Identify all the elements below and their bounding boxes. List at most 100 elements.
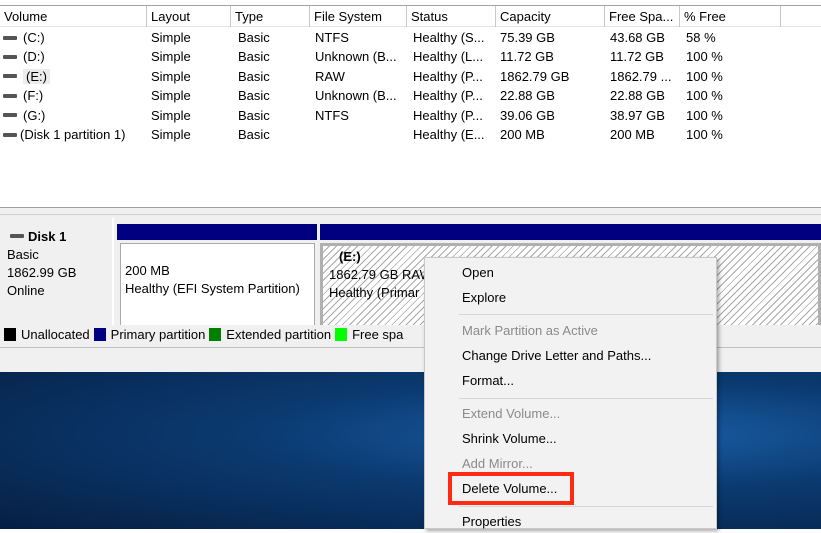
volume-row[interactable]: (D:) Simple Basic Unknown (B... Healthy (L..… (0, 47, 821, 66)
volume-row[interactable]: (Disk 1 partition 1) Simple Basic Healthy (… (0, 125, 821, 144)
legend-swatch (209, 328, 222, 342)
cell-text: (Disk 1 partition 1) (20, 127, 126, 142)
column-volume[interactable]: Volume (0, 6, 147, 27)
cell-layout: Simple (151, 28, 191, 47)
volume-row[interactable]: (F:) Simple Basic Unknown (B... Healthy (P..… (0, 86, 821, 105)
menu-separator (459, 314, 713, 315)
cell-text: Healthy (E... (413, 127, 485, 142)
menu-item-change-drive-letter-and-paths[interactable]: Change Drive Letter and Paths... (462, 345, 651, 367)
drive-icon (3, 113, 17, 118)
cell-text: 11.72 GB (500, 49, 554, 65)
cell-free: 1862.79 ... (610, 67, 671, 86)
cell-free: 22.88 GB (610, 86, 665, 105)
cell-type: Basic (238, 47, 270, 66)
menu-item-mark-partition-as-active: Mark Partition as Active (462, 323, 598, 338)
cell-capacity: 39.06 GB (500, 106, 555, 125)
column-free-space[interactable]: Free Spa... (605, 6, 680, 27)
cell-status: Healthy (S... (413, 28, 485, 47)
context-menu: Open Explore Mark Partition as Active Chang… (424, 257, 717, 529)
cell-status: Healthy (E... (413, 125, 485, 144)
menu-item-shrink-volume[interactable]: Shrink Volume... (462, 428, 557, 450)
cell-text: Healthy (P... (413, 88, 483, 104)
cell-pct: 100 % (686, 106, 723, 125)
legend-label: Extended partition (226, 327, 332, 342)
cell-text: Basic (238, 88, 270, 104)
cell-fs: Unknown (B... (315, 47, 397, 66)
disk-1-info[interactable]: Disk 1 Basic 1862.99 GB Online (0, 218, 114, 330)
cell-pct: 100 % (686, 125, 723, 144)
disk-icon (10, 234, 24, 239)
drive-icon (3, 54, 17, 59)
column-percent-free[interactable]: % Free (680, 6, 781, 27)
cell-status: Healthy (P... (413, 86, 483, 105)
cell-text: Simple (151, 107, 191, 123)
cell-text: Basic (238, 127, 270, 142)
cell-layout: Simple (151, 67, 191, 86)
cell-type: Basic (238, 67, 270, 86)
cell-pct: 58 % (686, 28, 716, 47)
menu-separator (459, 398, 713, 399)
cell-text: NTFS (315, 107, 349, 123)
cell-type: Basic (238, 125, 270, 144)
cell-text: Simple (151, 49, 191, 65)
cell-free: 200 MB (610, 125, 655, 144)
cell-text: Basic (238, 68, 270, 84)
cell-text: (F:) (23, 88, 44, 104)
cell-capacity: 200 MB (500, 125, 545, 144)
cell-fs: NTFS (315, 28, 349, 47)
cell-text: Healthy (L... (413, 49, 484, 65)
primary-partition-bar (320, 224, 821, 240)
cell-layout: Simple (151, 125, 191, 144)
cell-volume: (G:) (0, 106, 45, 125)
legend-swatch (335, 328, 348, 342)
legend-label: Unallocated (21, 327, 90, 342)
cell-free: 38.97 GB (610, 106, 665, 125)
cell-text: RAW (315, 68, 345, 84)
drive-icon (3, 74, 17, 79)
drive-icon (3, 132, 17, 137)
cell-text: Healthy (S... (413, 30, 485, 45)
menu-item-delete-volume[interactable]: Delete Volume... (462, 478, 557, 500)
cell-type: Basic (238, 86, 270, 105)
column-status[interactable]: Status (407, 6, 496, 27)
volume-row[interactable]: (G:) Simple Basic NTFS Healthy (P... 39.06 GB… (0, 106, 821, 125)
cell-layout: Simple (151, 47, 191, 66)
cell-text: (G:) (23, 107, 46, 123)
partition-efi[interactable]: 200 MB Healthy (EFI System Partition) (117, 224, 317, 331)
menu-item-extend-volume: Extend Volume... (462, 406, 561, 421)
cell-text: Simple (151, 68, 191, 84)
legend-swatch (4, 328, 16, 342)
menu-item-explore[interactable]: Explore (462, 287, 506, 309)
column-file-system[interactable]: File System (310, 6, 407, 27)
cell-text: Healthy (P... (413, 107, 483, 123)
pane-splitter[interactable] (0, 207, 821, 215)
column-type[interactable]: Type (231, 6, 310, 27)
drive-icon (3, 35, 17, 40)
volume-row[interactable]: (E:) Simple Basic RAW Healthy (P... 1862.79 G… (0, 67, 821, 86)
cell-text: 100 % (686, 68, 723, 84)
cell-text: 1862.79 ... (610, 68, 672, 84)
cell-layout: Simple (151, 86, 191, 105)
cell-pct: 100 % (686, 67, 723, 86)
menu-item-open[interactable]: Open (462, 262, 494, 284)
cell-text: 100 % (686, 127, 723, 142)
cell-text: Basic (238, 107, 270, 123)
cell-fs: Unknown (B... (315, 86, 397, 105)
column-header-row: Volume Layout Type File System Status Ca… (0, 5, 821, 27)
menu-item-format[interactable]: Format... (462, 370, 514, 392)
cell-fs: NTFS (315, 106, 349, 125)
cell-status: Healthy (L... (413, 47, 483, 66)
cell-type: Basic (238, 106, 270, 125)
cell-free: 43.68 GB (610, 28, 665, 47)
cell-text: 100 % (686, 107, 723, 123)
cell-text: Basic (238, 30, 270, 45)
volume-row[interactable]: (C:) Simple Basic NTFS Healthy (S... 75.39 GB… (0, 28, 821, 47)
cell-text: 100 % (686, 49, 723, 65)
menu-item-properties[interactable]: Properties (462, 511, 521, 533)
column-capacity[interactable]: Capacity (496, 6, 605, 27)
cell-text: (E:) (23, 68, 50, 84)
column-layout[interactable]: Layout (147, 6, 231, 27)
cell-text: Basic (238, 49, 270, 65)
cell-text: (C:) (23, 30, 45, 45)
disk-name: Disk 1 (28, 229, 67, 244)
